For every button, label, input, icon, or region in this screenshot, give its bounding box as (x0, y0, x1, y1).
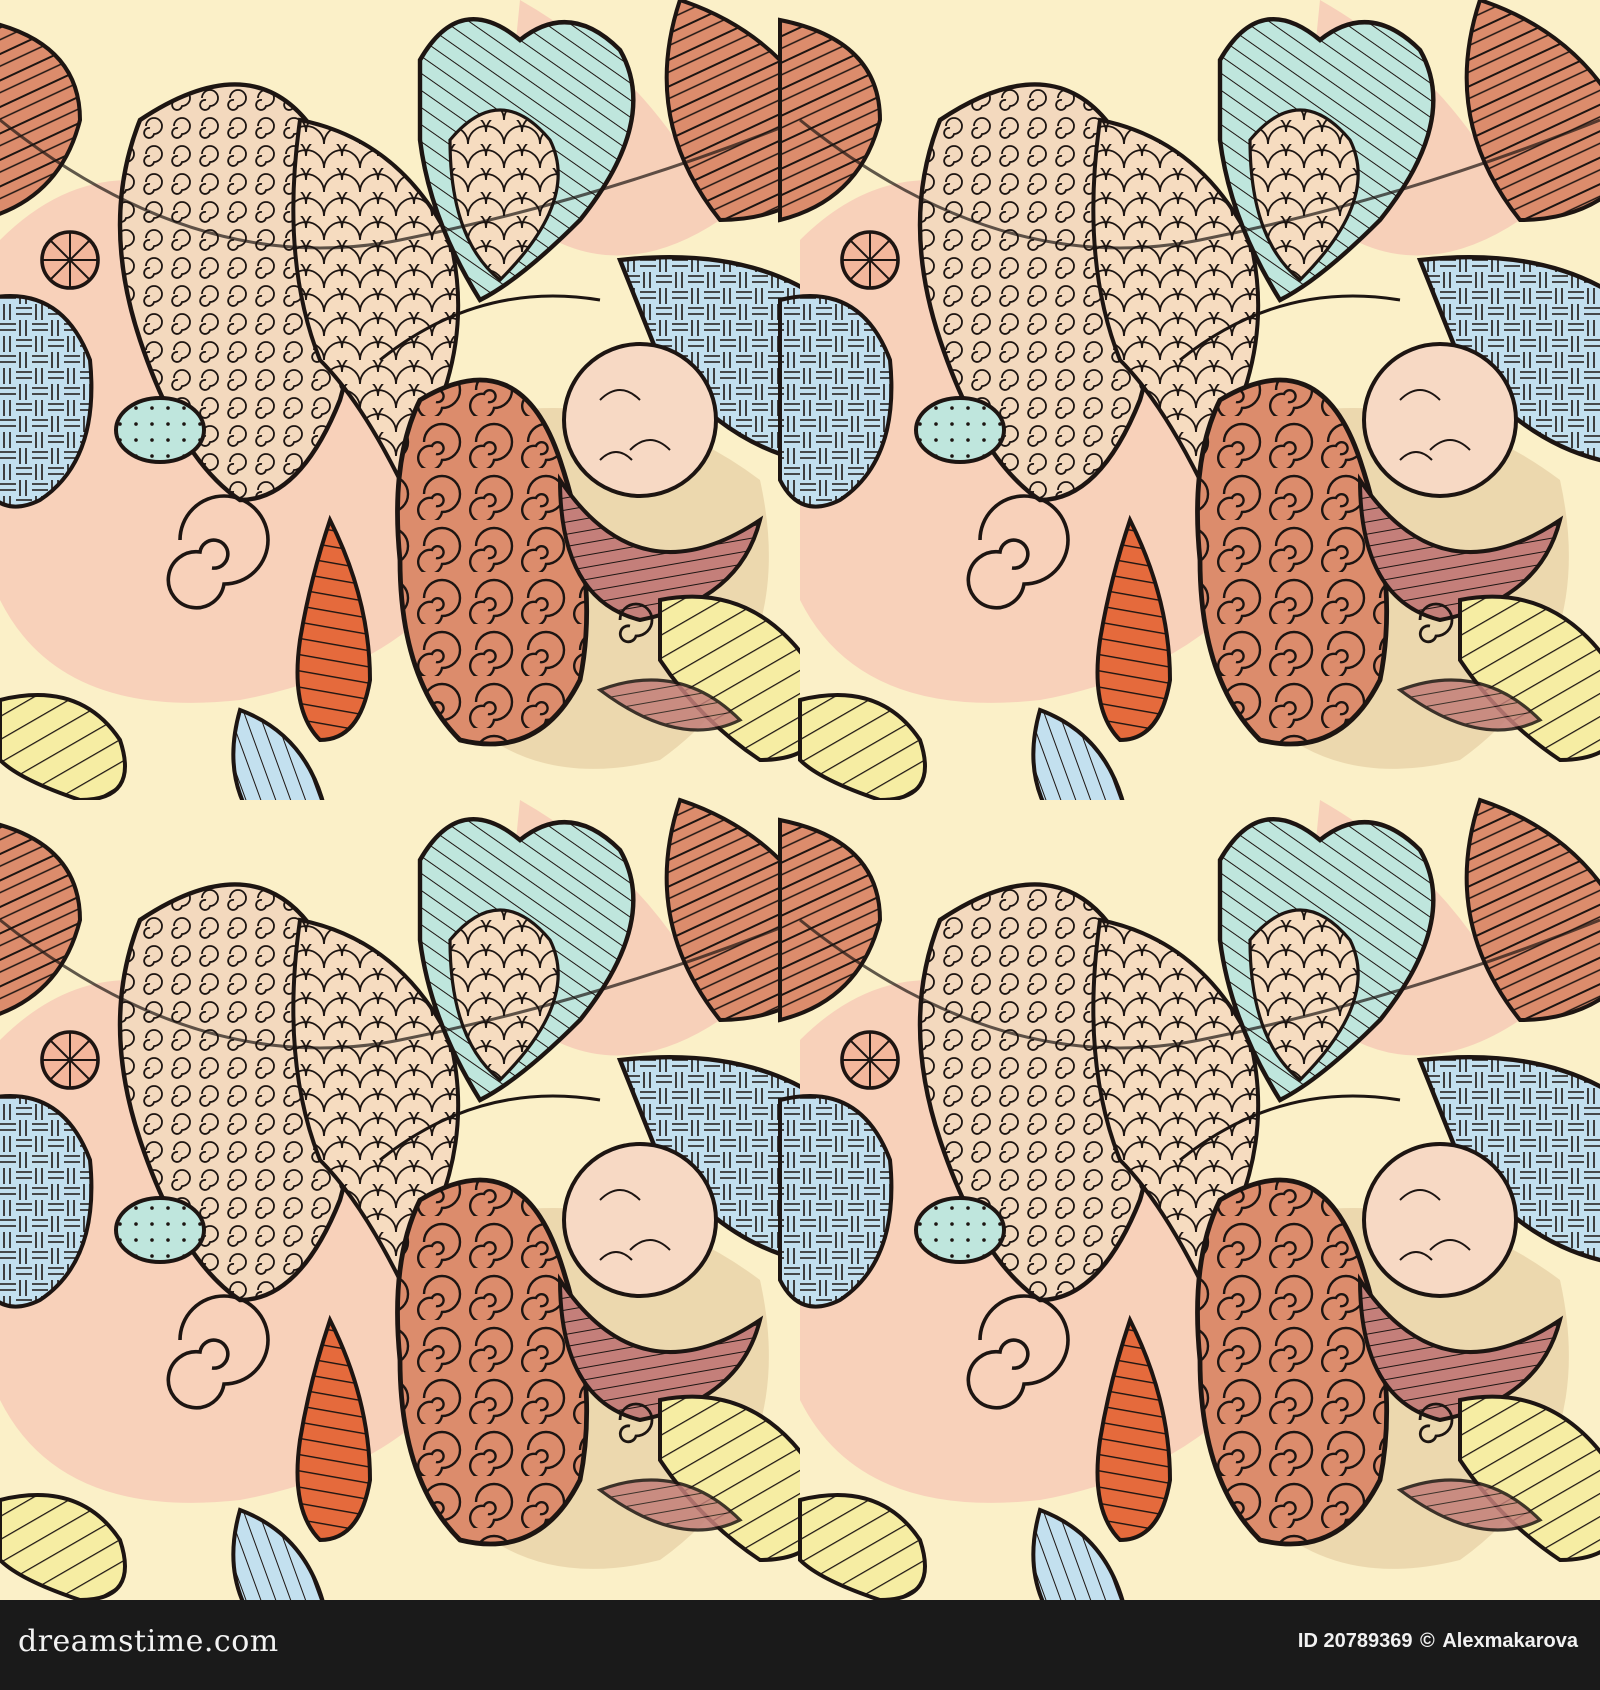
watermark-logo: dreamstime.com (18, 1624, 279, 1659)
paisley-pattern (0, 0, 1600, 1600)
copyright-symbol: © (1420, 1630, 1435, 1652)
watermark-footer: dreamstime.com ID 20789369 © Alexmakarov… (0, 1600, 1600, 1690)
author-name: Alexmakarova (1442, 1630, 1578, 1652)
watermark-id: ID 20789369 © Alexmakarova (1296, 1630, 1578, 1653)
image-id: ID 20789369 (1297, 1630, 1413, 1652)
